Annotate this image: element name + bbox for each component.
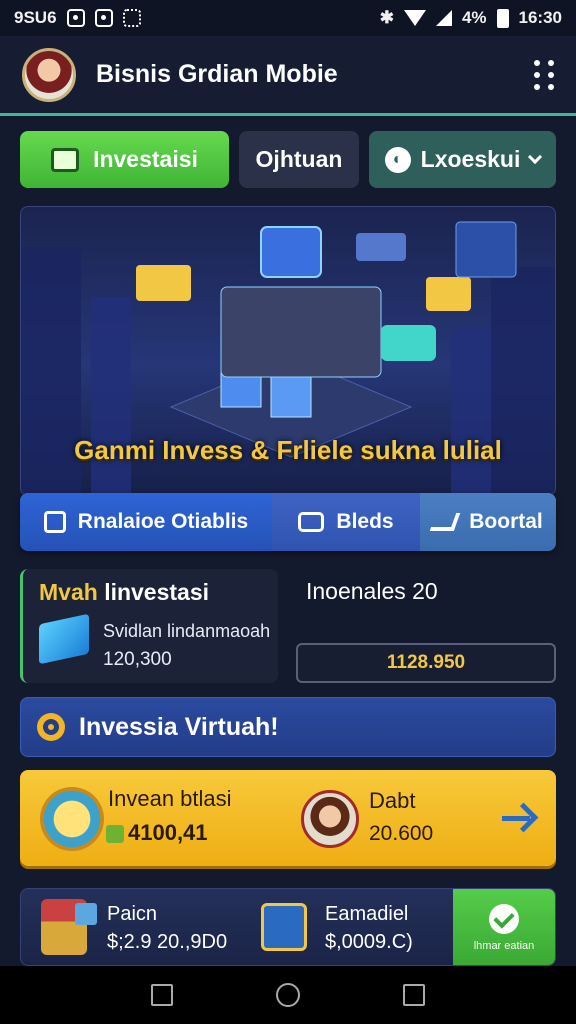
battery-percent: 4%: [461, 8, 487, 27]
bottom-item2-title: Eamadiel: [325, 903, 409, 925]
action-portal-label: Boortal: [469, 510, 543, 533]
confirm-button-label: lhmar eatian: [473, 940, 535, 952]
home-nav-icon[interactable]: [275, 983, 300, 1007]
tab-investasi[interactable]: Investaisi: [20, 131, 229, 188]
tab-lxoeskui-label: Lxoeskui: [420, 146, 521, 172]
promo-left-title: Invean btlasi: [108, 786, 232, 811]
my-investments-title-rest: linvestasi: [104, 579, 210, 605]
status-left-text: 9SU6: [14, 8, 57, 27]
shield-icon: ◐: [384, 146, 411, 173]
bottom-summary-card: Paicn $;2.9 20.,9D0 Eamadiel $,0009.C) l…: [20, 888, 556, 966]
medal-icon: [40, 787, 104, 851]
right-panel-value-field[interactable]: 1128.950: [296, 643, 556, 683]
my-investments-title-prefix: Mvah: [39, 579, 98, 605]
gear-icon: [37, 713, 65, 741]
bottom-item1-value: $;2.9 20.,9D0: [107, 931, 228, 953]
camera-icon: [298, 512, 325, 532]
recents-nav-icon[interactable]: [402, 984, 425, 1006]
cube-icon: [39, 613, 89, 665]
virtual-invest-label: Invessia Virtuah!: [79, 712, 279, 741]
virtual-invest-banner[interactable]: Invessia Virtuah!: [20, 697, 556, 757]
promo-card[interactable]: Invean btlasi 4100,41 Dabt 20.600: [20, 770, 556, 866]
app-notification-icon: [122, 9, 141, 27]
my-investments-value: 120,300: [103, 649, 172, 670]
check-icon: [489, 904, 519, 934]
bird-icon: [429, 513, 461, 531]
status-time: 16:30: [518, 8, 562, 27]
battery-icon: [496, 8, 509, 28]
action-analytics-button[interactable]: Rnalaioe Otiablis: [20, 493, 272, 551]
chevron-down-icon: [528, 149, 543, 164]
tab-investasi-label: Investaisi: [93, 146, 198, 172]
wifi-icon: [403, 10, 426, 26]
top-tabs: Investaisi Ojhtuan ◐ Lxoeskui: [20, 131, 556, 188]
app-title: Bisnis Grdian Mobie: [96, 60, 338, 88]
bottom-item2-value: $,0009.C): [325, 931, 413, 953]
promo-right-title: Dabt: [369, 788, 416, 813]
back-nav-icon[interactable]: [151, 984, 174, 1006]
avatar[interactable]: [22, 47, 76, 102]
chip-icon: [106, 825, 124, 843]
action-bleds-label: Bleds: [336, 510, 394, 533]
document-icon: [43, 511, 66, 533]
more-menu-icon[interactable]: [534, 59, 554, 90]
status-bar: 9SU6 ✱ 4% 16:30: [0, 0, 576, 36]
action-portal-button[interactable]: Boortal: [420, 493, 556, 551]
my-investments-card[interactable]: Mvah linvestasi Svidlan lindanmaoah 120,…: [20, 569, 278, 683]
bottom-item1-title: Paicn: [107, 903, 158, 925]
action-bar: Rnalaioe Otiablis Bleds Boortal: [20, 493, 556, 551]
notification-icon: [66, 9, 85, 27]
bluetooth-icon: ✱: [379, 8, 394, 27]
confirm-button[interactable]: lhmar eatian: [453, 889, 555, 965]
treasure-icon: [41, 899, 97, 955]
system-nav-bar: [0, 966, 576, 1024]
notification-icon-2: [94, 9, 113, 27]
hero-banner[interactable]: Ganmi Invess & Frliele sukna lulial: [20, 206, 556, 496]
tab-ojhtuan[interactable]: Ojhtuan: [239, 131, 359, 188]
right-panel-value: 1128.950: [386, 652, 466, 673]
shield-bird-icon: [261, 903, 307, 951]
my-investments-title: Mvah linvestasi: [39, 579, 209, 606]
tab-ojhtuan-label: Ojhtuan: [255, 146, 343, 172]
promo-right-value: 20.600: [369, 822, 434, 845]
portrait-avatar: [301, 790, 359, 848]
action-analytics-label: Rnalaioe Otiablis: [77, 510, 249, 533]
tab-lxoeskui-dropdown[interactable]: ◐ Lxoeskui: [369, 131, 556, 188]
app-bar: Bisnis Grdian Mobie: [0, 36, 576, 116]
promo-left-value: 4100,41: [128, 820, 208, 845]
action-bleds-button[interactable]: Bleds: [272, 493, 420, 551]
signal-icon: [435, 10, 452, 26]
my-investments-subtitle: Svidlan lindanmaoah: [103, 621, 271, 641]
arrow-right-icon[interactable]: [502, 806, 536, 830]
right-panel-title: Inoenales 20: [306, 578, 438, 604]
wallet-icon: [51, 147, 80, 172]
hero-caption: Ganmi Invess & Frliele sukna lulial: [74, 435, 502, 465]
